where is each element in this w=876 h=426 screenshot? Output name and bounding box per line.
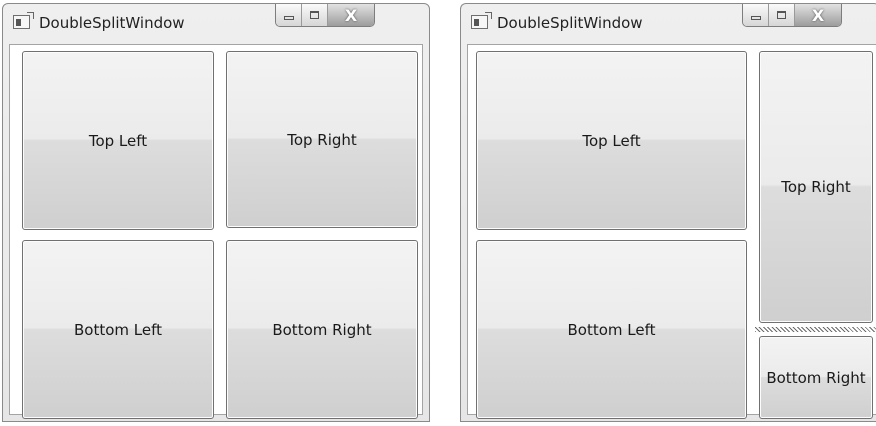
maximize-icon [310,11,319,19]
top-left-button[interactable]: Top Left [22,51,214,230]
title-bar[interactable]: DoubleSplitWindow X [461,4,876,44]
caption-buttons: X [275,4,375,27]
window-client-area: Top Left Top Right Bottom Left Bottom Ri… [9,44,423,419]
bottom-left-button[interactable]: Bottom Left [476,240,747,419]
close-button[interactable]: X [328,4,374,26]
window-app-icon[interactable] [13,12,34,29]
bottom-right-button[interactable]: Bottom Right [759,336,873,419]
minimize-icon [750,15,761,20]
minimize-icon [283,15,294,20]
minimize-button[interactable] [743,4,769,26]
caption-buttons: X [742,4,842,27]
top-right-button[interactable]: Top Right [226,51,418,228]
window-title: DoubleSplitWindow [39,14,185,32]
double-split-window-1: DoubleSplitWindow X Top Left Top Right B… [2,3,430,422]
bottom-right-button[interactable]: Bottom Right [226,240,418,419]
window-title: DoubleSplitWindow [497,14,643,32]
bottom-left-button[interactable]: Bottom Left [22,240,214,419]
maximize-icon [777,11,786,19]
window-app-icon[interactable] [471,12,492,29]
minimize-button[interactable] [276,4,302,26]
maximize-button[interactable] [769,4,795,26]
close-icon: X [344,5,358,25]
top-right-button[interactable]: Top Right [759,51,873,323]
close-icon: X [811,5,825,25]
title-bar[interactable]: DoubleSplitWindow X [3,4,429,44]
grid-splitter[interactable] [755,327,876,332]
window-client-area: Top Left Top Right Bottom Left Bottom Ri… [467,44,876,419]
double-split-window-2: DoubleSplitWindow X Top Left Top Right B… [460,3,876,422]
close-button[interactable]: X [795,4,841,26]
top-left-button[interactable]: Top Left [476,51,747,230]
maximize-button[interactable] [302,4,328,26]
